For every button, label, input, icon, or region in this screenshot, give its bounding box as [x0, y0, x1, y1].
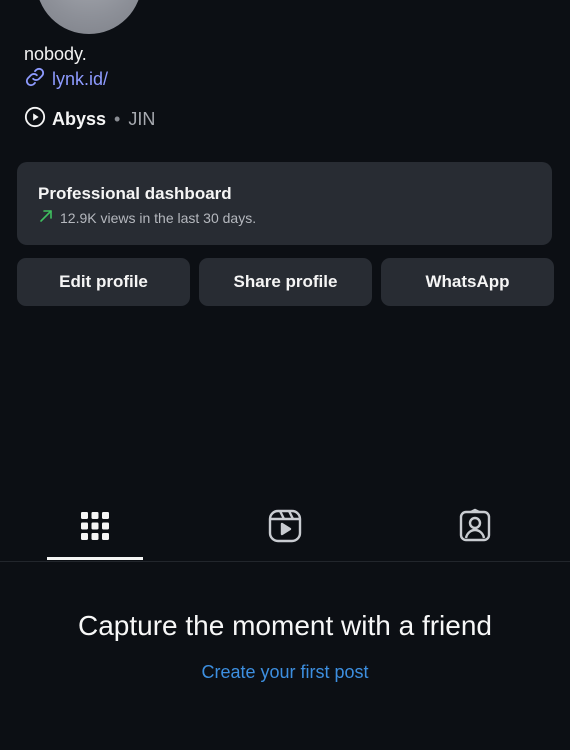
- bio-text: nobody.: [24, 44, 87, 64]
- active-tab-indicator: [47, 557, 143, 560]
- audio-separator: •: [114, 109, 121, 129]
- bio-link[interactable]: lynk.id/: [24, 66, 108, 93]
- share-profile-button[interactable]: Share profile: [199, 258, 372, 306]
- dashboard-subtitle-row: 12.9K views in the last 30 days.: [38, 208, 531, 227]
- link-icon: [24, 66, 46, 93]
- audio-artist: JIN: [128, 109, 156, 129]
- tab-reels[interactable]: [237, 500, 333, 562]
- trend-up-icon: [38, 208, 54, 227]
- audio-title: Abyss: [52, 109, 107, 129]
- profile-audio[interactable]: Abyss • JIN: [24, 106, 155, 133]
- reels-icon: [267, 508, 303, 549]
- bio-link-label: lynk.id/: [52, 69, 109, 89]
- profile-tabs: [0, 500, 570, 562]
- avatar[interactable]: [36, 0, 142, 34]
- profile-page: nobody. lynk.id/ Abyss • JIN Professiona…: [0, 0, 570, 750]
- professional-dashboard-card[interactable]: Professional dashboard 12.9K views in th…: [17, 162, 552, 245]
- grid-icon: [77, 508, 113, 549]
- play-icon: [24, 106, 46, 133]
- whatsapp-button[interactable]: WhatsApp: [381, 258, 554, 306]
- profile-actions: Edit profile Share profile WhatsApp: [17, 258, 554, 306]
- dashboard-subtitle: 12.9K views in the last 30 days.: [60, 209, 257, 226]
- tab-grid[interactable]: [47, 500, 143, 562]
- tab-tagged[interactable]: [427, 500, 523, 562]
- dashboard-title: Professional dashboard: [38, 184, 232, 203]
- tagged-icon: [457, 508, 493, 549]
- edit-profile-button[interactable]: Edit profile: [17, 258, 190, 306]
- create-first-post-link[interactable]: Create your first post: [0, 662, 570, 683]
- empty-state-title: Capture the moment with a friend: [78, 610, 492, 641]
